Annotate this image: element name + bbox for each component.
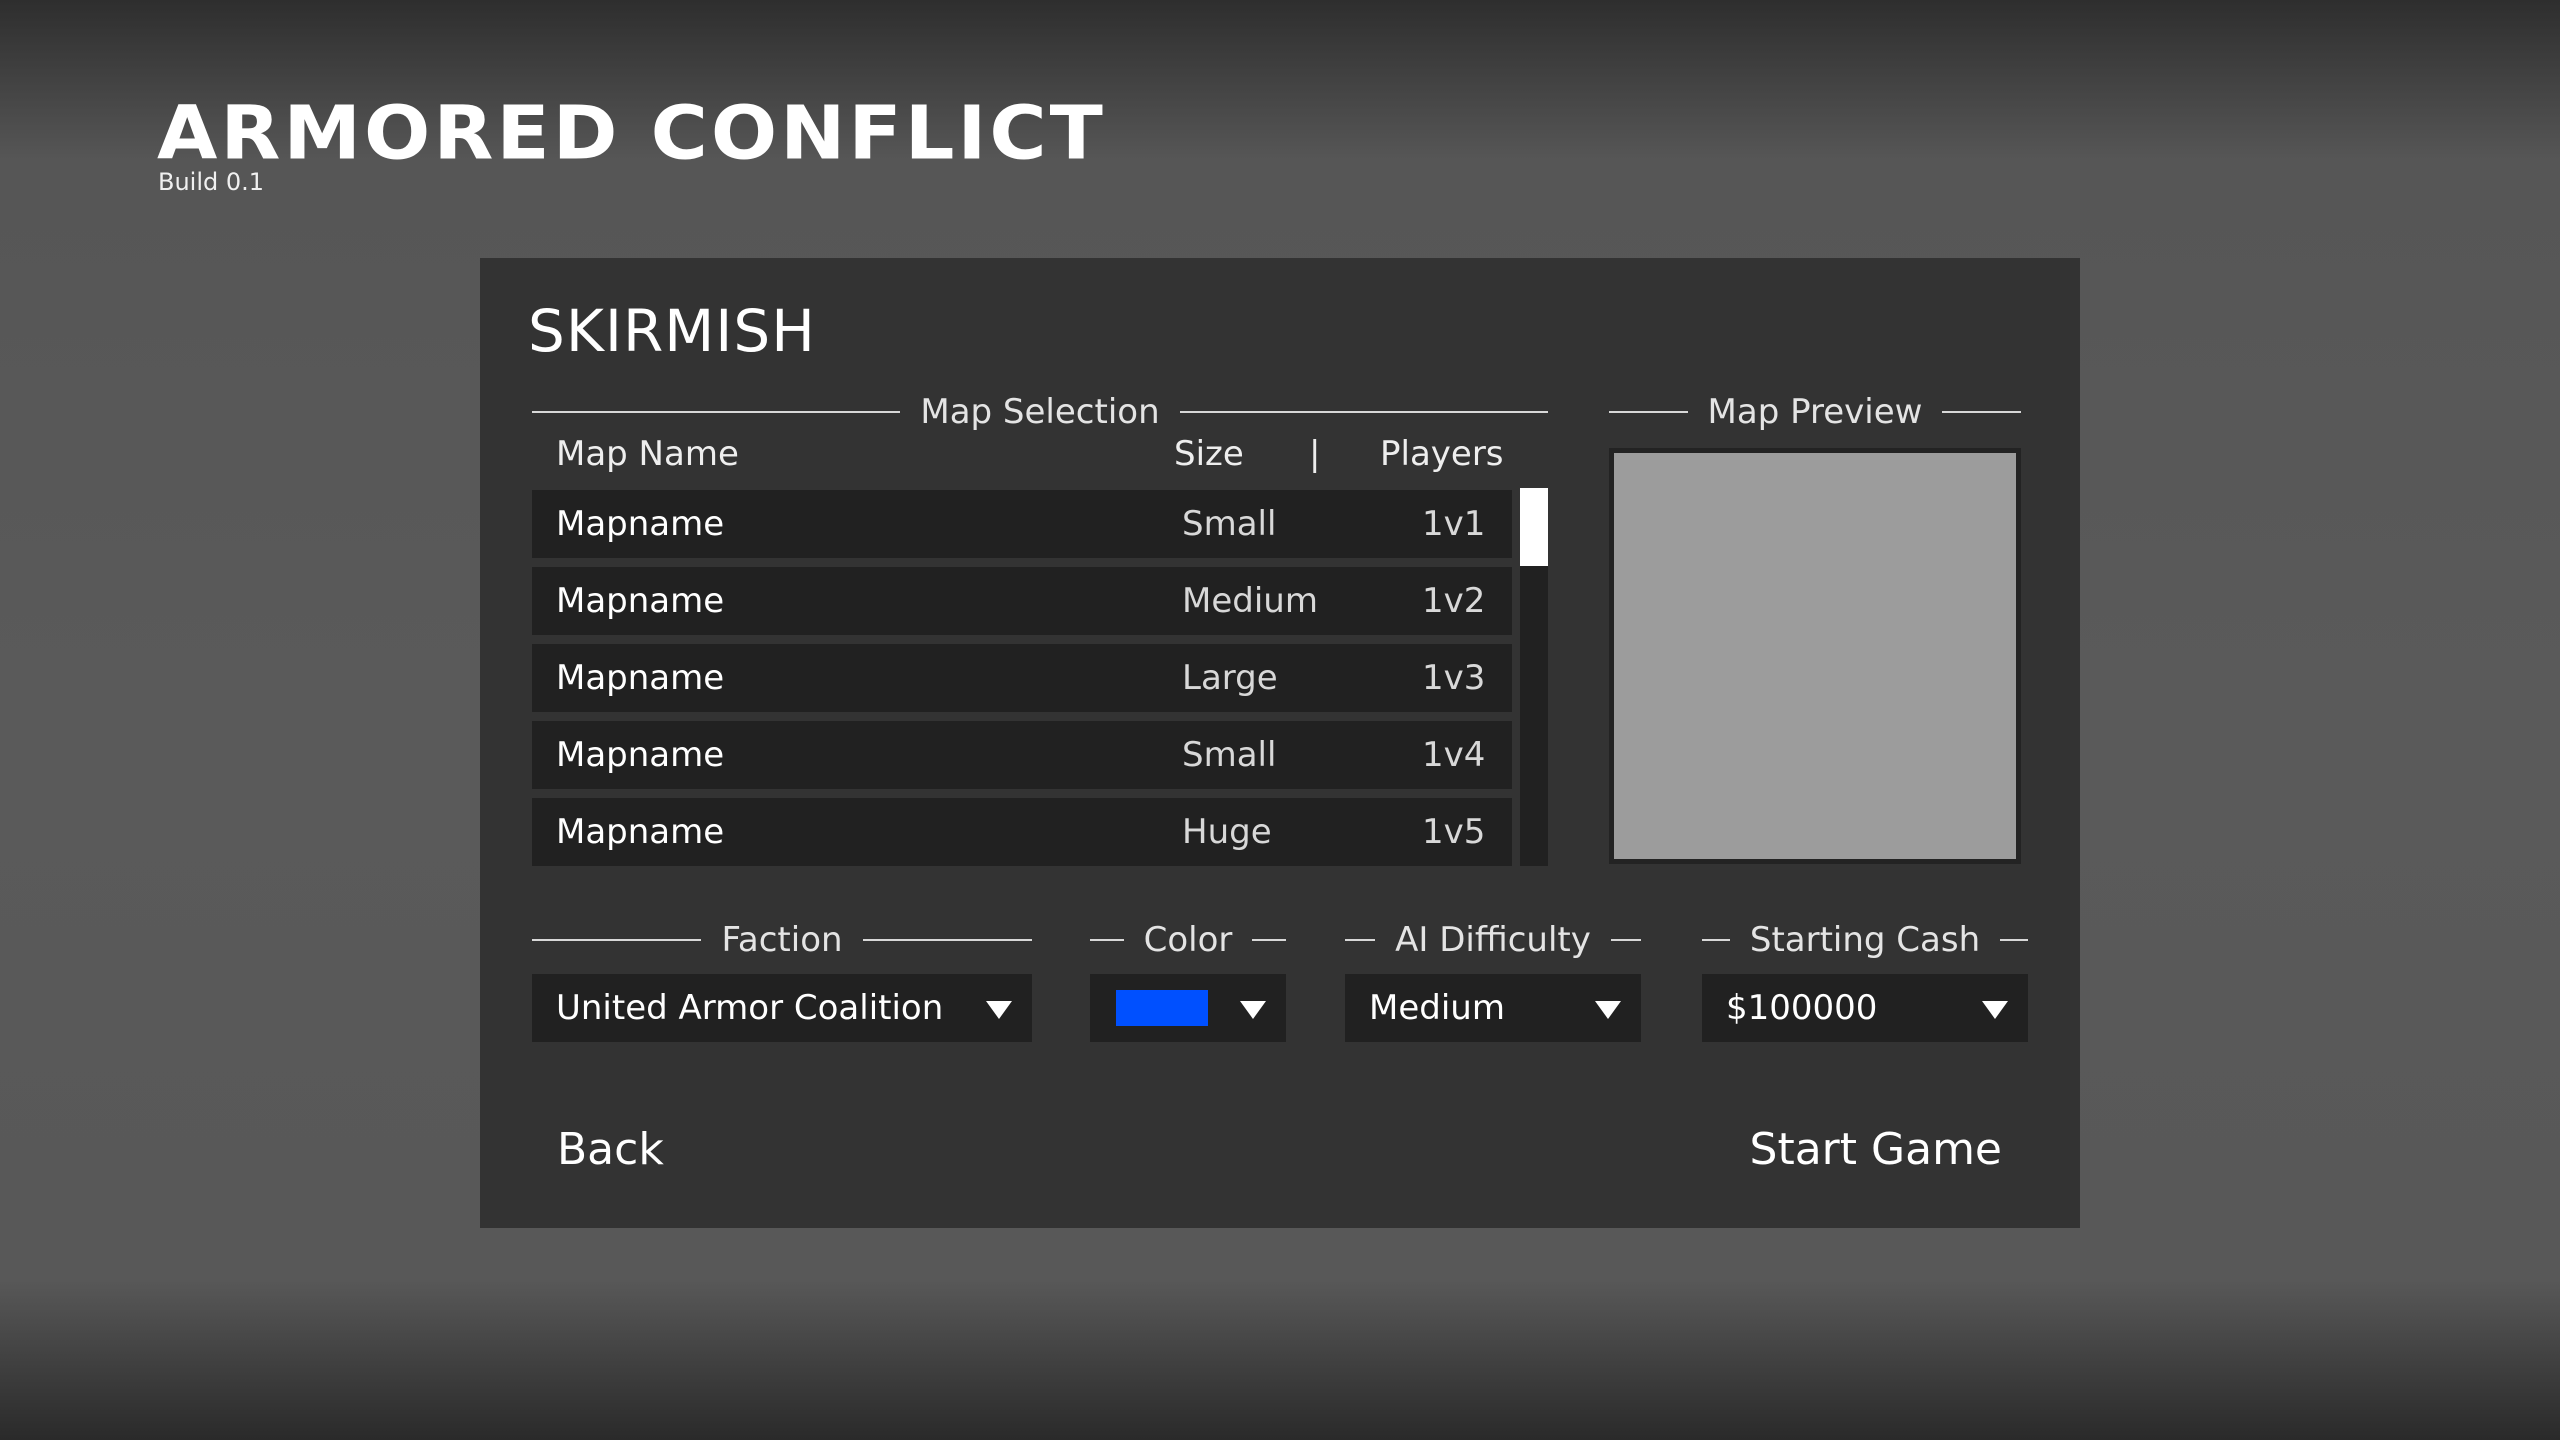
divider — [862, 939, 1032, 941]
map-players: 1v2 — [1422, 581, 1486, 621]
panel-title: SKIRMISH — [528, 297, 816, 365]
column-separator: | — [1309, 434, 1321, 474]
map-size: Small — [1182, 735, 1277, 775]
column-header-map-name: Map Name — [556, 434, 739, 474]
map-preview-text: Map Preview — [1707, 392, 1923, 432]
map-size: Medium — [1182, 581, 1318, 621]
map-players: 1v3 — [1422, 658, 1486, 698]
color-swatch — [1116, 990, 1208, 1026]
color-label: Color — [1090, 920, 1286, 960]
color-dropdown[interactable] — [1090, 974, 1286, 1042]
map-name: Mapname — [556, 735, 725, 775]
game-title-logo: ARMORED CONFLICT — [157, 91, 1106, 177]
back-button[interactable]: Back — [557, 1122, 664, 1178]
divider — [1252, 939, 1286, 941]
faction-label-text: Faction — [721, 920, 843, 960]
map-selection-text: Map Selection — [920, 392, 1160, 432]
map-size: Huge — [1182, 812, 1272, 852]
faction-value: United Armor Coalition — [556, 988, 944, 1028]
divider — [1702, 939, 1730, 941]
map-list-item[interactable]: Mapname Large 1v3 — [532, 644, 1512, 712]
divider — [532, 411, 901, 413]
divider — [2000, 939, 2028, 941]
divider — [1609, 411, 1688, 413]
triangle-down-icon — [1595, 1001, 1621, 1019]
map-players: 1v5 — [1422, 812, 1486, 852]
column-header-players: Players — [1380, 434, 1504, 474]
color-label-text: Color — [1143, 920, 1233, 960]
map-list-item[interactable]: Mapname Huge 1v5 — [532, 798, 1512, 866]
build-version: Build 0.1 — [158, 168, 265, 196]
map-players: 1v1 — [1422, 504, 1486, 544]
faction-dropdown[interactable]: United Armor Coalition — [532, 974, 1032, 1042]
divider — [532, 939, 702, 941]
divider — [1345, 939, 1376, 941]
starting-cash-value: $100000 — [1726, 988, 1878, 1028]
map-name: Mapname — [556, 812, 725, 852]
ai-difficulty-dropdown[interactable]: Medium — [1345, 974, 1641, 1042]
map-name: Mapname — [556, 581, 725, 621]
map-list-item[interactable]: Mapname Small 1v4 — [532, 721, 1512, 789]
map-name: Mapname — [556, 658, 725, 698]
triangle-down-icon — [1240, 1001, 1266, 1019]
triangle-down-icon — [1982, 1001, 2008, 1019]
map-players: 1v4 — [1422, 735, 1486, 775]
triangle-down-icon — [986, 1001, 1012, 1019]
ai-difficulty-label-text: AI Difficulty — [1395, 920, 1591, 960]
map-preview-image — [1609, 448, 2021, 864]
divider — [1610, 939, 1642, 941]
divider — [1942, 411, 2022, 413]
starting-cash-label: Starting Cash — [1702, 920, 2028, 960]
ai-difficulty-label: AI Difficulty — [1345, 920, 1642, 960]
map-list-item[interactable]: Mapname Small 1v1 — [532, 490, 1512, 558]
map-size: Small — [1182, 504, 1277, 544]
divider — [1090, 939, 1124, 941]
map-size: Large — [1182, 658, 1278, 698]
column-header-size: Size — [1174, 434, 1244, 474]
map-preview-label: Map Preview — [1609, 392, 2022, 432]
start-game-button[interactable]: Start Game — [1750, 1122, 2002, 1178]
scrollbar-thumb[interactable] — [1520, 488, 1548, 566]
skirmish-panel: SKIRMISH Map Selection Map Name Size | P… — [480, 258, 2080, 1228]
starting-cash-dropdown[interactable]: $100000 — [1702, 974, 2028, 1042]
map-name: Mapname — [556, 504, 725, 544]
map-list-item[interactable]: Mapname Medium 1v2 — [532, 567, 1512, 635]
map-selection-label: Map Selection — [532, 392, 1548, 432]
divider — [1179, 411, 1548, 413]
starting-cash-label-text: Starting Cash — [1749, 920, 1981, 960]
ai-difficulty-value: Medium — [1369, 988, 1505, 1028]
faction-label: Faction — [532, 920, 1032, 960]
